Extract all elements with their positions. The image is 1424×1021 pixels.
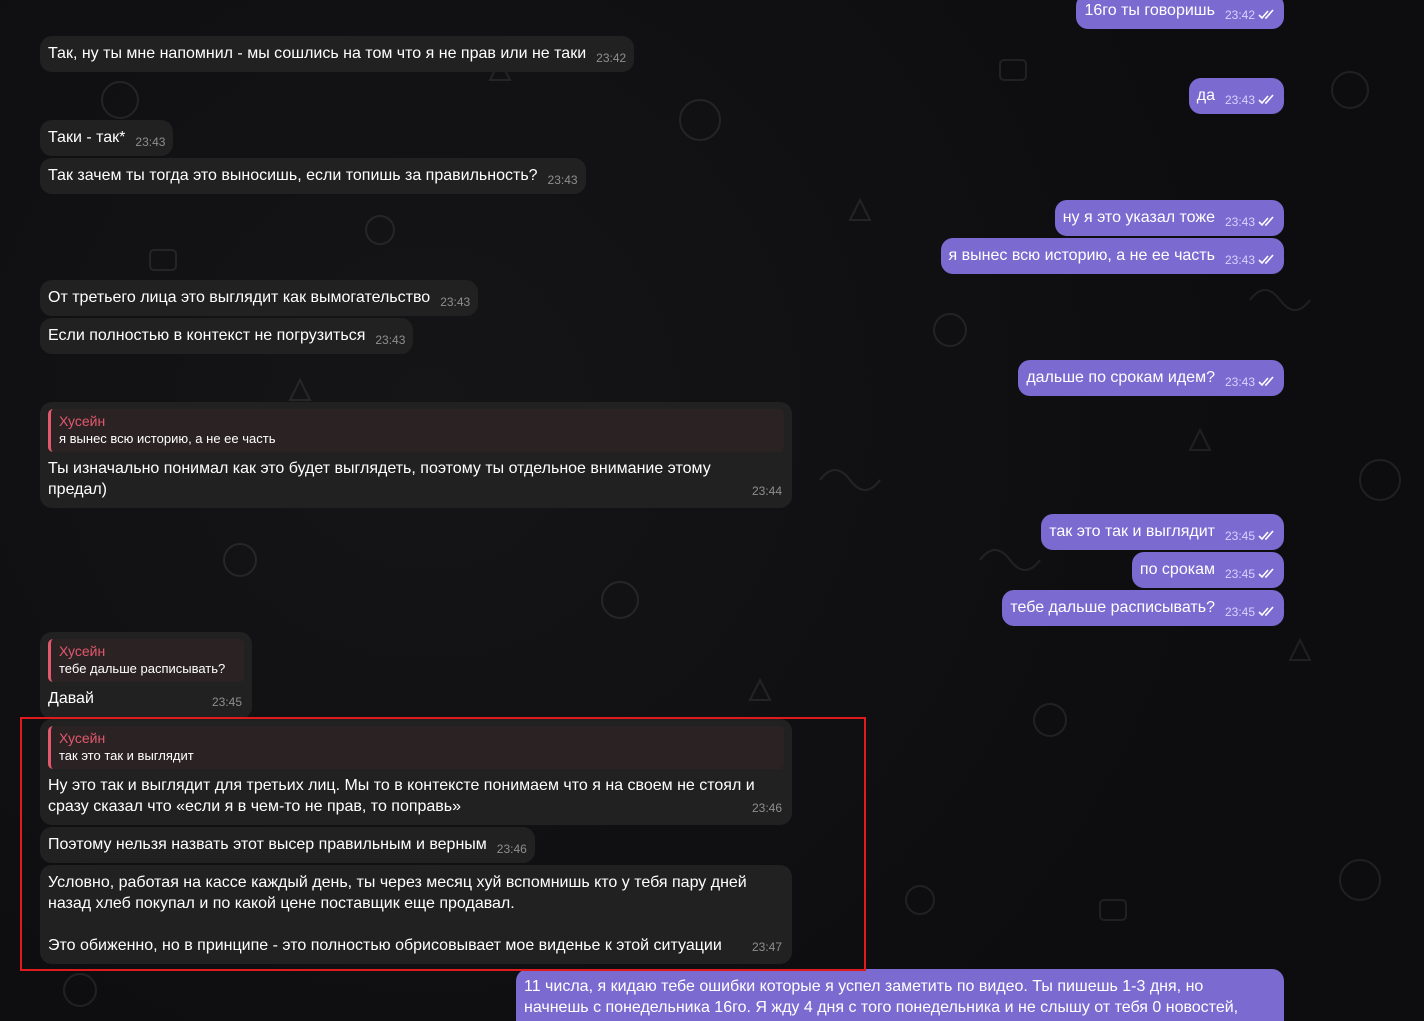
message-time: 23:43	[375, 333, 406, 347]
message-time: 23:42	[1225, 5, 1276, 26]
outgoing-message[interactable]: по срокам 23:45	[1131, 552, 1284, 588]
reply-quote[interactable]: Хусейн тебе дальше расписывать?	[48, 639, 244, 682]
message-time: 23:43	[547, 173, 578, 187]
incoming-message[interactable]: Если полностью в контекст не погрузиться…	[40, 318, 414, 354]
double-check-icon	[1258, 530, 1274, 541]
message-text: Так зачем ты тогда это выносишь, если то…	[48, 167, 538, 184]
incoming-message-with-reply[interactable]: Хусейн тебе дальше расписывать? Давай 23…	[40, 632, 252, 719]
message-time: 23:45	[211, 695, 242, 709]
message-text: Ты изначально понимал как это будет выгл…	[48, 460, 711, 498]
reply-author: Хусейн	[59, 643, 106, 659]
outgoing-message[interactable]: тебе дальше расписывать? 23:45	[1002, 590, 1284, 626]
double-check-icon	[1258, 254, 1274, 265]
reply-text: я вынес всю историю, а не ее часть	[59, 431, 276, 446]
message-time: 23:43	[135, 135, 166, 149]
incoming-message[interactable]: Так зачем ты тогда это выносишь, если то…	[40, 158, 586, 194]
outgoing-message[interactable]: ну я это указал тоже 23:43	[1054, 200, 1284, 236]
message-time: 23:43	[1225, 372, 1276, 393]
message-text: ну я это указал тоже	[1062, 209, 1215, 226]
reply-text: тебе дальше расписывать?	[59, 661, 226, 676]
message-time: 23:45	[1225, 526, 1276, 547]
message-time: 23:45	[1225, 602, 1276, 623]
double-check-icon	[1258, 94, 1274, 105]
message-text: по срокам	[1139, 561, 1215, 578]
highlight-box	[20, 717, 866, 971]
reply-author: Хусейн	[59, 413, 106, 429]
message-time: 23:42	[596, 51, 627, 65]
outgoing-message[interactable]: 16го ты говоришь 23:42	[1076, 0, 1284, 29]
double-check-icon	[1258, 568, 1274, 579]
message-text: От третьего лица это выглядит как вымога…	[48, 289, 431, 306]
message-text: дальше по срокам идем?	[1026, 369, 1215, 386]
message-time: 23:43	[1225, 212, 1276, 233]
reply-quote[interactable]: Хусейн я вынес всю историю, а не ее част…	[48, 409, 784, 452]
incoming-message[interactable]: Так, ну ты мне напомнил - мы сошлись на …	[40, 36, 635, 72]
message-text: так это так и выглядит	[1049, 523, 1215, 540]
message-text: 11 числа, я кидаю тебе ошибки которые я …	[524, 978, 1239, 1016]
message-text: я вынес всю историю, а не ее часть	[948, 247, 1215, 264]
double-check-icon	[1258, 606, 1274, 617]
outgoing-message[interactable]: дальше по срокам идем? 23:43	[1018, 360, 1284, 396]
message-text: тебе дальше расписывать?	[1010, 599, 1215, 616]
double-check-icon	[1258, 216, 1274, 227]
incoming-message-with-reply[interactable]: Хусейн я вынес всю историю, а не ее част…	[40, 402, 792, 508]
double-check-icon	[1258, 376, 1274, 387]
incoming-message[interactable]: От третьего лица это выглядит как вымога…	[40, 280, 479, 316]
message-time: 23:43	[1225, 250, 1276, 271]
outgoing-message[interactable]: да 23:43	[1188, 78, 1284, 114]
outgoing-message[interactable]: я вынес всю историю, а не ее часть 23:43	[940, 238, 1284, 274]
message-time: 23:45	[1225, 564, 1276, 585]
message-time: 23:44	[751, 484, 782, 498]
incoming-message[interactable]: Таки - так* 23:43	[40, 120, 174, 156]
message-time: 23:43	[440, 295, 471, 309]
outgoing-message[interactable]: 11 числа, я кидаю тебе ошибки которые я …	[516, 969, 1284, 1021]
message-time: 23:43	[1225, 90, 1276, 111]
message-text: Таки - так*	[48, 129, 126, 146]
chat-view: 16го ты говоришь 23:42 Так, ну ты мне нап…	[0, 0, 1424, 1021]
outgoing-message[interactable]: так это так и выглядит 23:45	[1041, 514, 1284, 550]
message-text: Если полностью в контекст не погрузиться	[48, 327, 366, 344]
double-check-icon	[1258, 9, 1274, 20]
message-text: 16го ты говоришь	[1084, 2, 1215, 19]
message-text: да	[1196, 87, 1215, 104]
message-text: Так, ну ты мне напомнил - мы сошлись на …	[48, 45, 587, 62]
